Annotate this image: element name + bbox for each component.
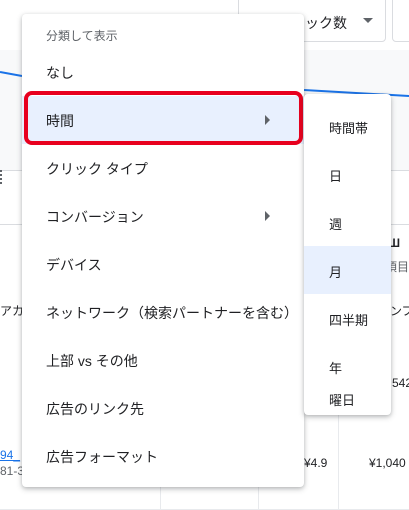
menu-item-ad-destination[interactable]: 広告のリンク先 — [22, 384, 304, 432]
chevron-right-icon — [265, 211, 270, 221]
submenu-item-year[interactable]: 年 — [304, 342, 391, 390]
highlight-annotation — [24, 91, 303, 145]
chevron-down-icon — [363, 18, 373, 23]
metric-select-label: ック数 — [305, 15, 347, 31]
submenu-item-label: 四半期 — [329, 313, 369, 328]
time-submenu: 時間帯 日 週 月 四半期 年 曜日 — [304, 94, 391, 415]
menu-header: 分類して表示 — [46, 29, 118, 43]
menu-item-label: 広告フォーマット — [46, 449, 158, 465]
table-cell: 81-3 — [0, 464, 25, 478]
menu-item-label: 広告のリンク先 — [46, 401, 144, 417]
submenu-item-label: 日 — [329, 169, 343, 184]
submenu-item-hour-of-day[interactable]: 時間帯 — [304, 102, 391, 150]
menu-item-label: なし — [46, 65, 74, 81]
submenu-item-label: 月 — [329, 265, 343, 280]
table-cell: ¥1,040 — [369, 456, 406, 470]
menu-item-device[interactable]: デバイス — [22, 240, 304, 288]
menu-item-ad-format[interactable]: 広告フォーマット — [22, 432, 304, 480]
menu-item-label: コンバージョン — [46, 209, 144, 225]
menu-item-none[interactable]: なし — [22, 48, 304, 96]
menu-item-label: デバイス — [46, 257, 102, 273]
submenu-item-quarter[interactable]: 四半期 — [304, 294, 391, 342]
submenu-item-label: 時間帯 — [329, 121, 369, 136]
table-cell-link[interactable]: 94_ — [0, 448, 20, 462]
submenu-item-month[interactable]: 月 — [304, 246, 391, 294]
segment-menu: 分類して表示 なし 時間 クリック タイプ コンバージョン デバイス ネットワー… — [22, 14, 304, 487]
submenu-item-label: 年 — [329, 361, 343, 376]
menu-item-label: 上部 vs その他 — [46, 353, 138, 369]
submenu-item-label: 曜日 — [329, 393, 356, 408]
submenu-item-day[interactable]: 日 — [304, 150, 391, 198]
table-cell: ¥4.9 — [304, 456, 328, 470]
table-cell: ンプレ — [390, 304, 409, 318]
menu-item-click-type[interactable]: クリック タイプ — [22, 144, 304, 192]
submenu-item-day-of-week[interactable]: 曜日 — [304, 390, 391, 415]
submenu-item-label: 週 — [329, 217, 343, 232]
filter-icon[interactable] — [0, 170, 8, 184]
menu-item-label: ネットワーク（検索パートナーを含む） — [46, 305, 298, 321]
menu-item-top-vs-other[interactable]: 上部 vs その他 — [22, 336, 304, 384]
submenu-item-week[interactable]: 週 — [304, 198, 391, 246]
table-cell: 542 — [392, 376, 409, 390]
toolbar-button-partial[interactable] — [392, 0, 409, 42]
menu-item-network[interactable]: ネットワーク（検索パートナーを含む） — [22, 288, 304, 336]
menu-item-label: クリック タイプ — [46, 161, 148, 177]
menu-item-conversion[interactable]: コンバージョン — [22, 192, 304, 240]
